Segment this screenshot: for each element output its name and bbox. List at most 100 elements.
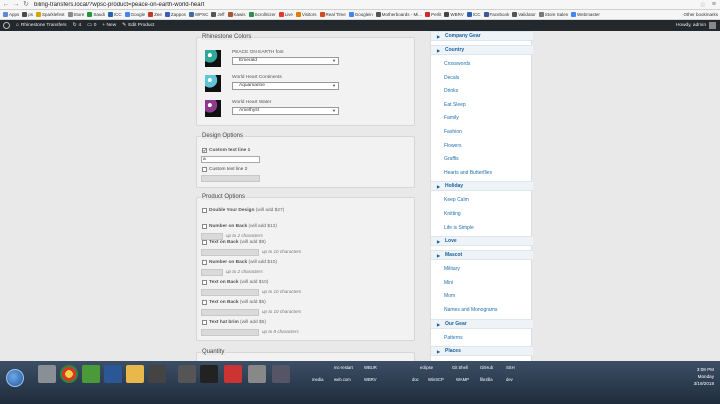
sidebar-link[interactable]: Knitting [431, 209, 533, 219]
sidebar-link[interactable]: Names and Monograms [431, 305, 533, 315]
taskbar-item[interactable]: eclipse [420, 365, 433, 370]
product-option-input[interactable] [201, 309, 259, 316]
bookmark-item[interactable]: Store [67, 12, 84, 17]
terminal-app-icon[interactable] [200, 365, 218, 383]
site-name-link[interactable]: ⌂ Rhinestone Transfers [16, 23, 67, 28]
sidebar-link[interactable]: Mom [431, 291, 533, 301]
custom-text-line1-checkbox[interactable]: ✔ [202, 148, 207, 153]
comments-link[interactable]: ▭ 0 [87, 23, 96, 28]
bookmark-item[interactable]: ICC [466, 12, 481, 17]
sidebar-link[interactable]: Military [431, 264, 533, 274]
bookmark-item[interactable]: Facebook [483, 12, 509, 17]
taskbar-item[interactable]: WBUR [364, 365, 377, 370]
sidebar-category[interactable]: ▶ Mascot [431, 250, 533, 261]
sidebar-category[interactable]: ▶ Our Gear [431, 318, 533, 329]
howdy-user[interactable]: Howdy, admin [676, 23, 706, 28]
chrome-app-icon[interactable] [60, 365, 78, 383]
taskbar-item[interactable]: mc-restart [334, 365, 353, 370]
sidebar-link[interactable]: Family [431, 113, 533, 123]
reload-icon[interactable]: ↻ [22, 1, 30, 9]
sidebar-link[interactable]: Mini [431, 278, 533, 288]
bookmark-item[interactable]: Google [124, 12, 145, 17]
sidebar-link[interactable]: Eat Sleep [431, 100, 533, 110]
taskbar-item[interactable]: media [312, 377, 323, 382]
taskbar-item[interactable]: doc [412, 377, 419, 382]
taskbar-item[interactable]: WBRV [364, 377, 377, 382]
bookmark-item[interactable]: Live [278, 12, 293, 17]
sidebar-category[interactable]: ▶ Holiday [431, 181, 533, 192]
product-option-checkbox[interactable] [202, 240, 207, 245]
app-icon[interactable] [82, 365, 100, 383]
bookmark-item[interactable]: Apps [3, 12, 19, 17]
app-icon[interactable] [178, 365, 196, 383]
edit-product-link[interactable]: ✎ Edit Product [122, 23, 154, 28]
taskbar-item[interactable]: WAMP [456, 377, 469, 382]
bookmark-item[interactable]: Zappos [164, 12, 186, 17]
sidebar-link[interactable]: Decals [431, 73, 533, 83]
bookmark-item[interactable]: WPSC [188, 12, 208, 17]
rhinestone-color-select[interactable]: Amethyst ▼ [232, 107, 339, 115]
app-icon[interactable] [248, 365, 266, 383]
sidebar-link[interactable]: Crosswords [431, 59, 533, 69]
sidebar-category[interactable]: ▶ Country [431, 45, 533, 55]
product-option-checkbox[interactable] [202, 320, 207, 325]
taskbar-item[interactable]: Git Shell [452, 365, 468, 370]
sidebar-link[interactable]: Patterns [431, 333, 533, 343]
rhinestone-color-select[interactable]: Emerald ▼ [232, 57, 339, 65]
bookmark-item[interactable]: Perlit [425, 12, 441, 17]
taskbar-item[interactable]: GitHub [480, 365, 493, 370]
taskbar-item[interactable]: dev [506, 377, 513, 382]
bookmark-item[interactable]: WBRV [444, 12, 464, 17]
bookmark-item[interactable]: Scrollnizer [248, 12, 276, 17]
product-option-input[interactable] [201, 249, 259, 256]
product-option-input[interactable] [201, 289, 259, 296]
chrome-menu-icon[interactable]: ≡ [712, 1, 716, 8]
custom-text-line1-input[interactable]: a [201, 156, 260, 163]
other-bookmarks[interactable]: Other bookmarks [680, 12, 718, 17]
sidebar-link[interactable]: Graffis [431, 154, 533, 164]
sidebar-category[interactable]: ▶ Love [431, 236, 533, 247]
taskbar-item[interactable]: web.com [334, 377, 351, 382]
bookmark-item[interactable]: Saudi [87, 12, 105, 17]
sidebar-link[interactable]: Flowers [431, 141, 533, 151]
product-option-input[interactable] [201, 233, 223, 240]
address-bar[interactable]: biling-transfers.local/?wpsc-product=pea… [34, 2, 700, 8]
bookmark-item[interactable]: Sparklefest [36, 12, 65, 17]
bookmark-item[interactable]: Real Time [319, 12, 346, 17]
forward-icon[interactable]: → [12, 1, 20, 9]
rhinestone-color-select[interactable]: Aquamarine ▼ [232, 82, 339, 90]
sidebar-category[interactable]: ▶ Company Gear [431, 31, 533, 41]
app-icon[interactable] [148, 365, 166, 383]
sidebar-link[interactable]: Keep Calm [431, 195, 533, 205]
app-icon[interactable] [224, 365, 242, 383]
bookmark-item[interactable]: Validator [512, 12, 536, 17]
bookmark-item[interactable]: Webmaster [570, 12, 600, 17]
sidebar-link[interactable]: Fashion [431, 127, 533, 137]
updates-link[interactable]: ↻ 4 [73, 23, 82, 28]
product-option-checkbox[interactable] [202, 224, 207, 229]
new-link[interactable]: + New [102, 23, 116, 28]
sidebar-category[interactable]: ▶ Places [431, 346, 533, 357]
clock[interactable]: 3:08 PM Monday 3/19/2018 [694, 366, 714, 387]
taskbar-item[interactable]: WinSCP [428, 377, 444, 382]
product-option-checkbox[interactable] [202, 208, 207, 213]
product-option-input[interactable] [201, 329, 259, 336]
bookmark-item[interactable]: ICC [107, 12, 122, 17]
app-icon[interactable] [272, 365, 290, 383]
product-option-input[interactable] [201, 269, 223, 276]
custom-text-line2-checkbox[interactable] [202, 167, 207, 172]
taskbar-item[interactable]: SSH [506, 365, 515, 370]
sidebar-link[interactable]: Drinks [431, 86, 533, 96]
explorer-app-icon[interactable] [38, 365, 56, 383]
start-button[interactable] [6, 369, 24, 387]
product-option-checkbox[interactable] [202, 300, 207, 305]
bookmark-item[interactable]: Zee [148, 12, 162, 17]
taskbar-item[interactable]: filezilla [480, 377, 493, 382]
custom-text-line2-input[interactable] [201, 175, 260, 182]
bookmark-star-icon[interactable]: ☆ [700, 1, 706, 9]
bookmark-item[interactable]: Kawis [227, 12, 246, 17]
wordpress-logo-icon[interactable] [3, 22, 10, 29]
folder-app-icon[interactable] [126, 365, 144, 383]
bookmark-item[interactable]: ps [22, 12, 33, 17]
bookmark-item[interactable]: Jeff [211, 12, 225, 17]
